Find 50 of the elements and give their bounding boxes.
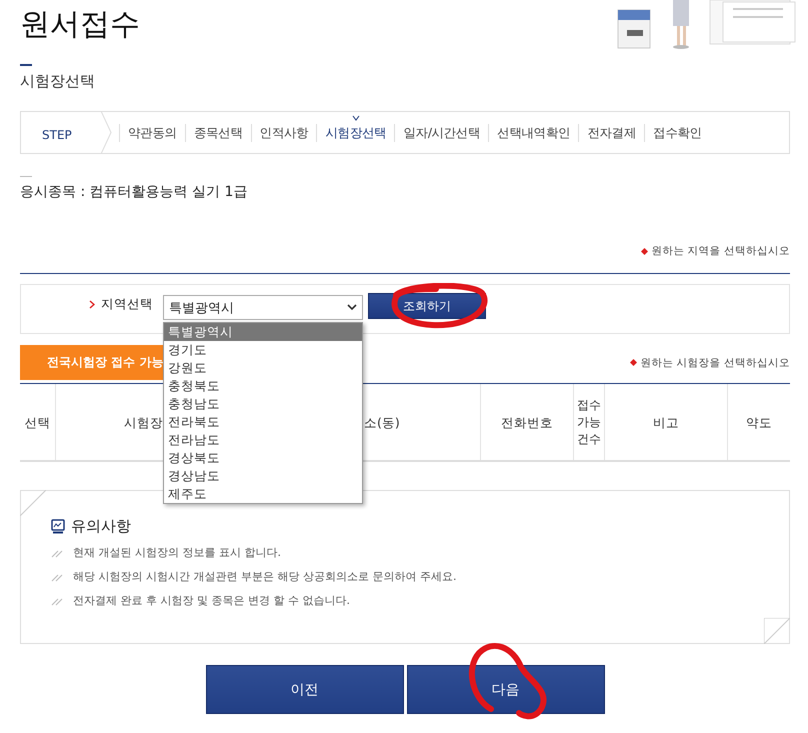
dropdown-option[interactable]: 전라남도 <box>164 431 362 449</box>
notice-text: 전자결제 완료 후 시험장 및 종목은 변경 할 수 없습니다. <box>73 593 350 608</box>
dropdown-option[interactable]: 경상북도 <box>164 449 362 467</box>
dropdown-option[interactable]: 강원도 <box>164 359 362 377</box>
step-item: 인적사항 <box>250 124 316 142</box>
step-item: 종목선택 <box>184 124 251 142</box>
notice-text: 현재 개설된 시험장의 정보를 표시 합니다. <box>73 545 281 560</box>
dropdown-option[interactable]: 제주도 <box>164 485 362 503</box>
region-label: 지역선택 <box>101 296 153 313</box>
step-item: 접수확인 <box>644 124 710 142</box>
step-item: 시험장선택 <box>316 124 394 142</box>
step-item: 일자/시간선택 <box>394 124 488 142</box>
column-header: 접수 가능 건수 <box>576 396 602 448</box>
chevron-icon <box>89 300 95 309</box>
exam-subject: 응시종목 : 컴퓨터활용능력 실기 1급 <box>20 183 248 201</box>
dropdown-option[interactable]: 경기도 <box>164 341 362 359</box>
region-hint: 원하는 지역을 선택하십시오 <box>651 244 790 258</box>
dropdown-option[interactable]: 특별광역시 <box>164 323 362 341</box>
slash-icon <box>51 596 63 606</box>
region-select[interactable]: 특별광역시 <box>163 295 363 320</box>
dropdown-option[interactable]: 경상남도 <box>164 467 362 485</box>
monitor-icon <box>51 519 65 534</box>
caret-icon <box>352 114 360 120</box>
column-header: 약도 <box>746 414 772 430</box>
step-label: STEP <box>41 128 73 142</box>
next-button[interactable]: 다음 <box>406 665 604 714</box>
dropdown-option[interactable]: 전라북도 <box>164 413 362 431</box>
diamond-icon <box>641 248 648 254</box>
chevron-down-icon <box>347 304 357 311</box>
centers-hint: 원하는 시험장을 선택하십시오 <box>640 356 790 370</box>
column-header: 선택 <box>24 414 50 430</box>
page-title: 원서접수 <box>20 6 140 44</box>
dropdown-option[interactable]: 충청남도 <box>164 395 362 413</box>
column-header: 전화번호 <box>501 414 553 430</box>
diamond-icon <box>630 359 638 366</box>
dropdown-option[interactable]: 충청북도 <box>164 377 362 395</box>
notice-text: 해당 시험장의 시험시간 개설관련 부분은 해당 상공회의소로 문의하여 주세요. <box>73 569 456 584</box>
column-header: 소(동) <box>364 414 400 430</box>
step-item: 선택내역확인 <box>488 124 578 142</box>
previous-button[interactable]: 이전 <box>206 665 404 714</box>
fold-drawing <box>20 490 46 516</box>
step-item: 전자결제 <box>578 124 644 142</box>
column-header: 시험장 <box>124 414 163 430</box>
section-title: 시험장선택 <box>20 72 96 91</box>
notice-title: 유의사항 <box>71 517 131 536</box>
slash-icon <box>51 548 63 558</box>
fold-drawing <box>764 618 790 644</box>
slash-icon <box>51 572 63 582</box>
column-header: 비고 <box>653 414 679 430</box>
step-item: 약관동의 <box>119 124 185 142</box>
